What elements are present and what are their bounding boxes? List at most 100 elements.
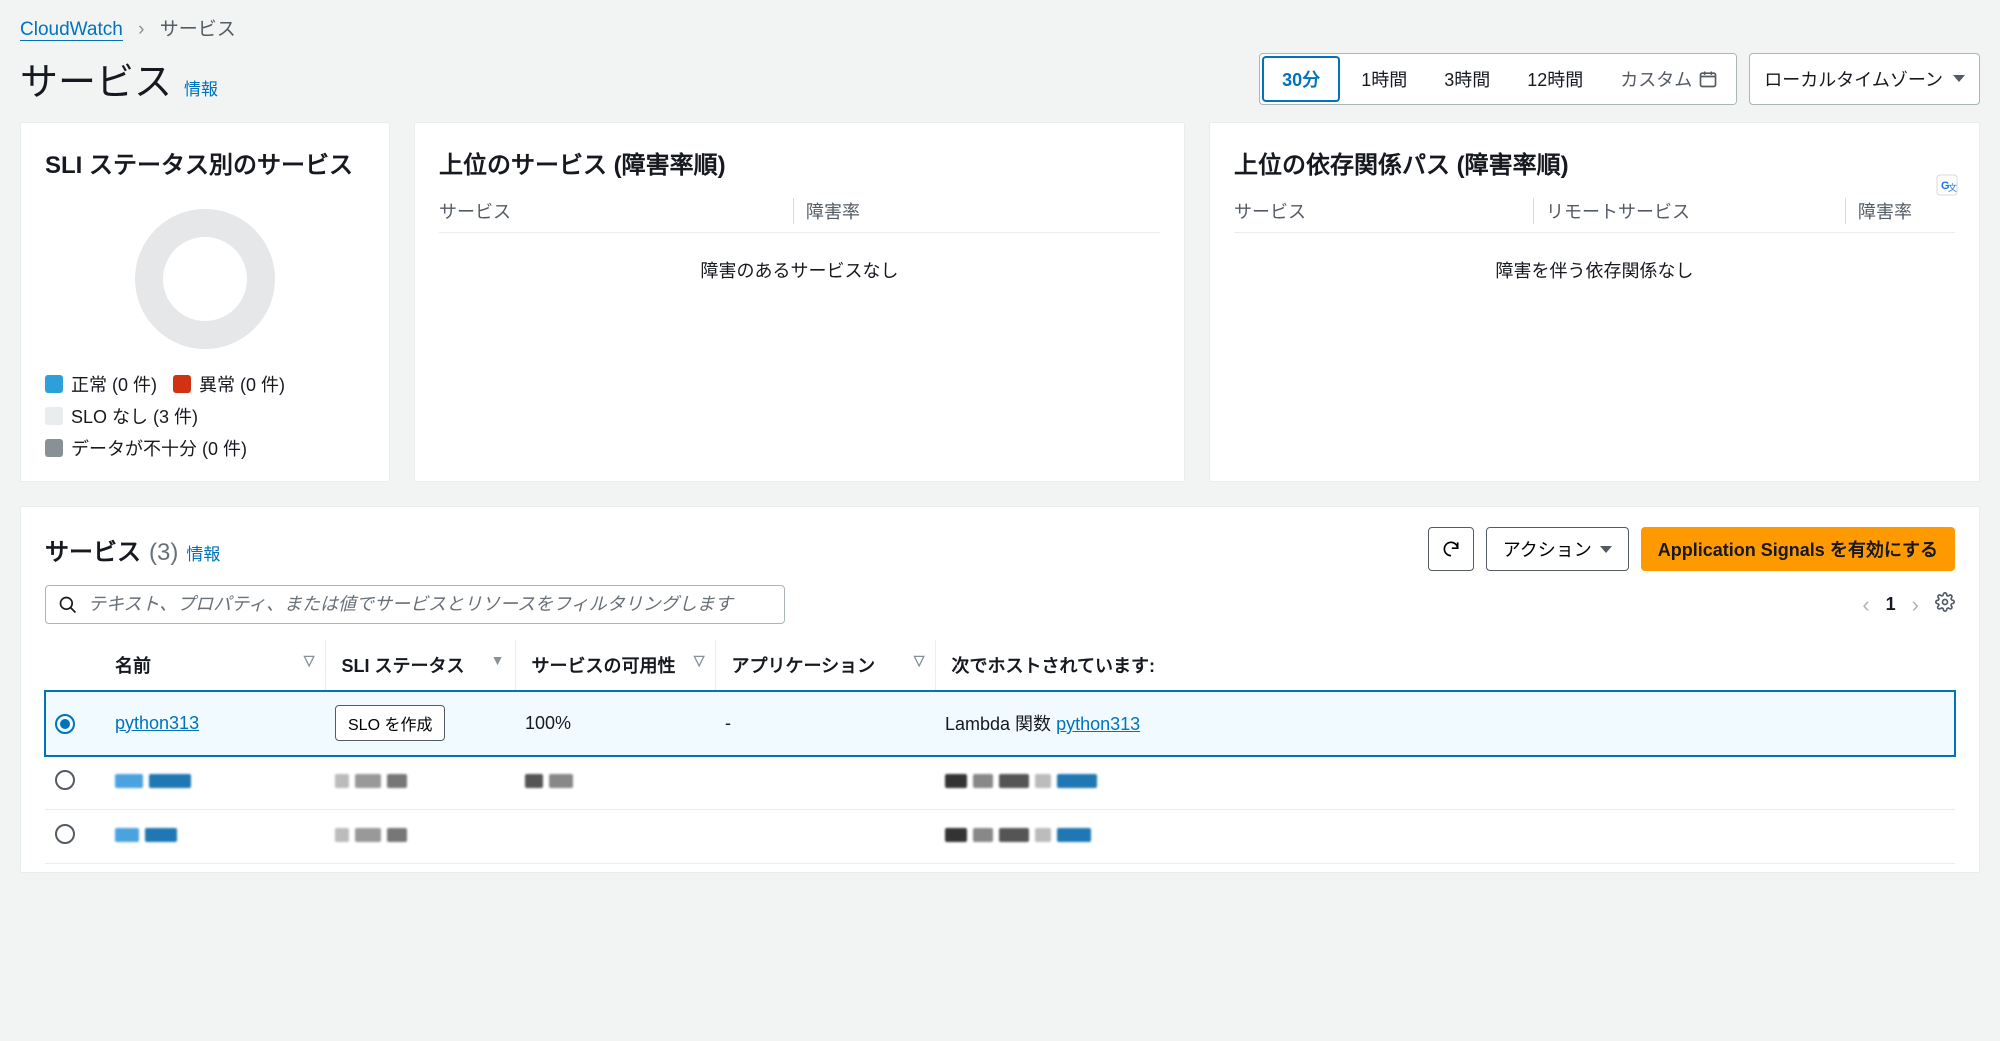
caret-down-icon (1953, 75, 1965, 82)
time-range-custom[interactable]: カスタム (1601, 54, 1736, 104)
refresh-button[interactable] (1428, 527, 1474, 571)
legend-label: SLO なし (3 件) (71, 403, 198, 429)
time-range-12h[interactable]: 12時間 (1508, 54, 1601, 104)
donut-ring (135, 209, 275, 349)
page-title: サービス 情報 (20, 51, 218, 106)
col-fault-rate: 障害率 (793, 198, 1160, 224)
gear-icon (1935, 592, 1955, 612)
services-panel: サービス (3) 情報 アクション Application Signals を有… (20, 506, 1980, 873)
chevron-right-icon: › (138, 19, 144, 40)
breadcrumb-current: サービス (160, 19, 236, 40)
enable-app-signals-button[interactable]: Application Signals を有効にする (1641, 527, 1955, 571)
col-sli-label: SLI ステータス (342, 656, 465, 676)
legend-label: データが不十分 (0 件) (71, 435, 247, 461)
swatch-red (173, 375, 191, 393)
card-top-services-title: 上位のサービス (障害率順) (439, 145, 1160, 180)
col-name[interactable]: 名前 ▽ (105, 640, 325, 691)
redacted-cell (105, 810, 325, 864)
col-application-label: アプリケーション (732, 656, 876, 676)
sort-icon: ▽ (694, 652, 705, 669)
col-sli[interactable]: SLI ステータス ▼ (325, 640, 515, 691)
page-title-text: サービス (20, 51, 172, 106)
caret-down-icon (1600, 546, 1612, 553)
time-range-selector: 30分 1時間 3時間 12時間 カスタム (1259, 53, 1737, 105)
calendar-icon (1698, 69, 1718, 89)
col-hosted[interactable]: 次でホストされています: (935, 640, 1955, 691)
time-range-custom-label: カスタム (1620, 66, 1692, 92)
swatch-blue (45, 375, 63, 393)
sort-icon: ▽ (914, 652, 925, 669)
redacted-cell (105, 756, 325, 810)
redacted-cell (515, 756, 715, 810)
availability-value: 100% (515, 691, 715, 756)
timezone-select[interactable]: ローカルタイムゾーン (1749, 53, 1980, 105)
col-availability-label: サービスの可用性 (532, 656, 676, 676)
services-title-text: サービス (45, 532, 141, 567)
card-top-deps: 上位の依存関係パス (障害率順) G文 サービス リモートサービス 障害率 障害… (1209, 122, 1980, 482)
info-link[interactable]: 情報 (186, 540, 220, 565)
page-number: 1 (1886, 594, 1896, 615)
hosted-value: Lambda 関数 python313 (935, 691, 1955, 756)
services-table: 名前 ▽ SLI ステータス ▼ サービスの可用性 ▽ アプリケーション ▽ (45, 640, 1955, 864)
actions-button[interactable]: アクション (1486, 527, 1629, 571)
application-value: - (715, 691, 935, 756)
create-slo-button[interactable]: SLO を作成 (335, 705, 445, 741)
sort-icon: ▽ (304, 652, 315, 669)
time-range-30m[interactable]: 30分 (1262, 56, 1340, 102)
col-hosted-label: 次でホストされています: (952, 656, 1155, 676)
col-application[interactable]: アプリケーション ▽ (715, 640, 935, 691)
actions-label: アクション (1503, 536, 1592, 562)
redacted-cell (935, 756, 1955, 810)
timezone-label: ローカルタイムゾーン (1764, 66, 1943, 92)
settings-button[interactable] (1935, 592, 1955, 617)
col-availability[interactable]: サービスの可用性 ▽ (515, 640, 715, 691)
search-icon (58, 595, 78, 615)
col-service: サービス (439, 198, 793, 224)
donut-legend: 正常 (0 件) 異常 (0 件) SLO なし (3 件) (45, 371, 365, 461)
legend-label: 異常 (0 件) (199, 371, 285, 397)
hosted-prefix: Lambda 関数 (945, 714, 1056, 734)
breadcrumb: CloudWatch › サービス (20, 14, 1980, 41)
donut-chart (45, 198, 365, 359)
search-input[interactable] (88, 594, 772, 615)
redacted-cell (325, 756, 515, 810)
table-row[interactable] (45, 810, 1955, 864)
services-title: サービス (3) 情報 (45, 532, 220, 567)
top-services-empty: 障害のあるサービスなし (439, 257, 1160, 283)
swatch-grey-light (45, 407, 63, 425)
legend-label: 正常 (0 件) (71, 371, 157, 397)
redacted-cell (325, 810, 515, 864)
card-top-services: 上位のサービス (障害率順) サービス 障害率 障害のあるサービスなし (414, 122, 1185, 482)
search-box[interactable] (45, 585, 785, 624)
row-radio[interactable] (55, 714, 75, 734)
translate-badge[interactable]: G文 (1935, 173, 1959, 202)
card-sli-status: SLI ステータス別のサービス 正常 (0 件) 異常 (0 件) (20, 122, 390, 482)
legend-item-normal: 正常 (0 件) (45, 371, 157, 397)
info-link[interactable]: 情報 (184, 75, 218, 100)
translate-icon: G文 (1935, 173, 1959, 197)
service-name-link[interactable]: python313 (115, 713, 199, 733)
col-name-label: 名前 (115, 656, 151, 676)
legend-item-insufficient: データが不十分 (0 件) (45, 435, 247, 461)
breadcrumb-root[interactable]: CloudWatch (20, 19, 123, 41)
top-deps-empty: 障害を伴う依存関係なし (1234, 257, 1955, 283)
time-range-1h[interactable]: 1時間 (1342, 54, 1425, 104)
legend-item-abnormal: 異常 (0 件) (173, 371, 285, 397)
table-row[interactable]: python313 SLO を作成 100% - Lambda 関数 pytho… (45, 691, 1955, 756)
redacted-cell (935, 810, 1955, 864)
hosted-link[interactable]: python313 (1056, 714, 1140, 734)
sort-icon: ▼ (491, 652, 505, 668)
legend-item-noslo: SLO なし (3 件) (45, 403, 198, 429)
refresh-icon (1441, 539, 1461, 559)
col-remote-service: リモートサービス (1533, 198, 1845, 224)
row-radio[interactable] (55, 770, 75, 790)
pager: ‹ 1 › (1862, 592, 1955, 618)
swatch-grey-dark (45, 439, 63, 457)
card-top-deps-title: 上位の依存関係パス (障害率順) (1234, 145, 1955, 180)
table-row[interactable] (45, 756, 1955, 810)
row-radio[interactable] (55, 824, 75, 844)
next-page[interactable]: › (1912, 592, 1919, 618)
prev-page[interactable]: ‹ (1862, 592, 1869, 618)
time-range-3h[interactable]: 3時間 (1425, 54, 1508, 104)
col-service: サービス (1234, 198, 1533, 224)
